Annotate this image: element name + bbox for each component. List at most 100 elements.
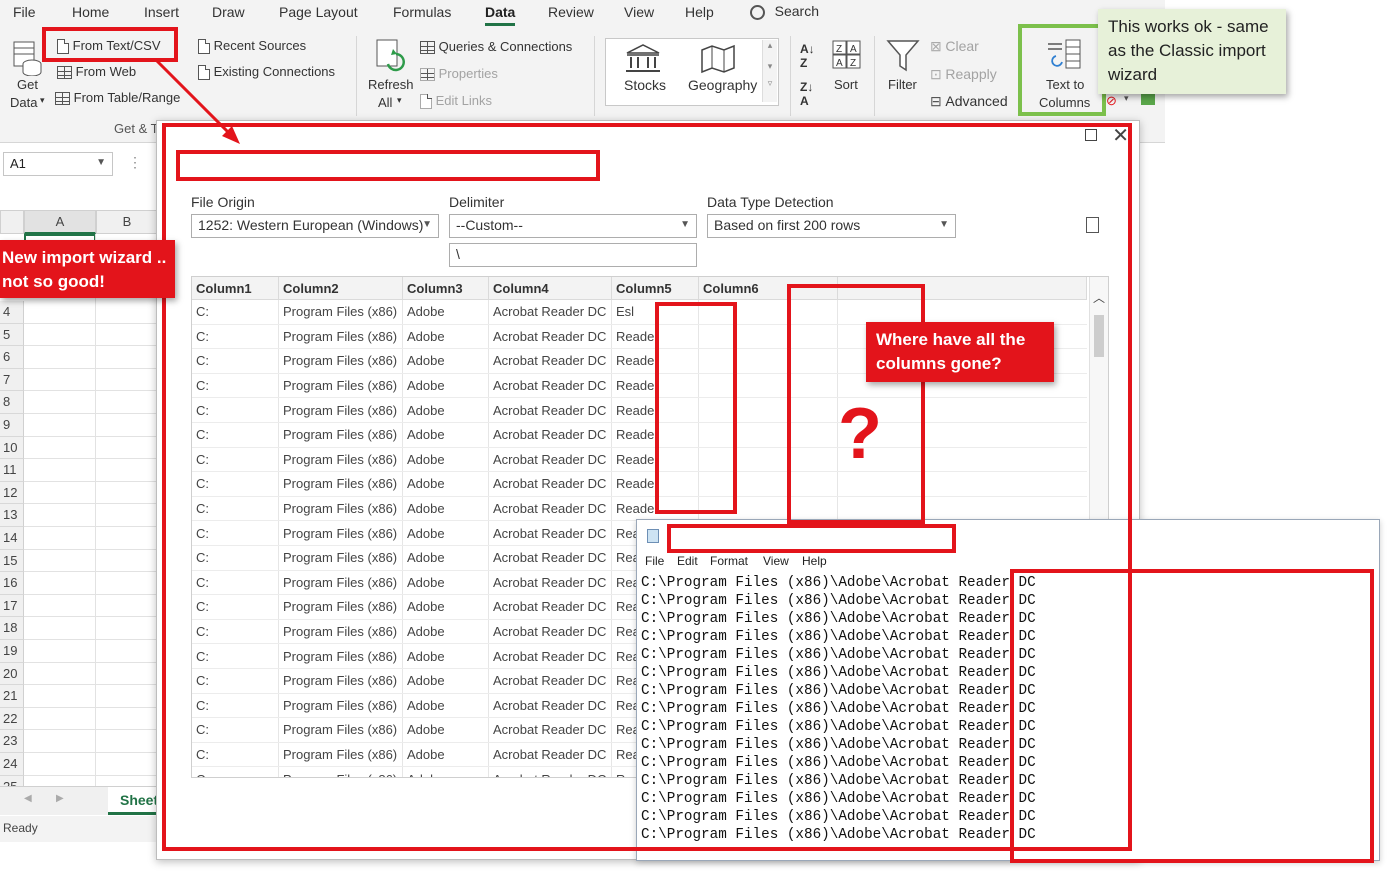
column-header-b[interactable]: B xyxy=(96,210,158,234)
from-web-label: From Web xyxy=(75,64,137,79)
advanced-label: Advanced xyxy=(945,93,1008,109)
database-icon xyxy=(13,41,42,77)
sort-icon: ZA AZ xyxy=(832,40,861,69)
row-header[interactable]: 4 xyxy=(0,301,24,324)
grid-line xyxy=(24,458,156,460)
sheet-tab-label: Sheet xyxy=(120,792,159,808)
ribbon-separator xyxy=(594,36,595,116)
gallery-scroller[interactable]: ▴ ▾ ▿ xyxy=(762,40,777,102)
refresh-all-button[interactable] xyxy=(374,38,410,79)
recent-sources-button[interactable]: Recent Sources xyxy=(198,38,306,55)
name-box[interactable]: A1 ▼ xyxy=(3,152,113,176)
scroll-right-icon[interactable]: ▶ xyxy=(56,793,64,804)
more-options-icon: ⋮ xyxy=(128,154,142,170)
refresh-all-label-1: Refresh xyxy=(368,77,414,92)
ribbon-separator xyxy=(356,36,357,116)
tab-data[interactable]: Data xyxy=(485,4,516,26)
row-header[interactable]: 8 xyxy=(0,391,24,414)
row-header[interactable]: 20 xyxy=(0,662,24,686)
stocks-label: Stocks xyxy=(624,77,667,93)
tab-home[interactable]: Home xyxy=(72,4,109,20)
table-icon xyxy=(55,92,70,106)
row-header[interactable]: 10 xyxy=(0,436,24,460)
row-header[interactable]: 12 xyxy=(0,481,24,505)
tab-insert[interactable]: Insert xyxy=(144,4,179,20)
select-all-corner[interactable] xyxy=(0,210,24,234)
clear-button[interactable]: ⊠ Clear xyxy=(930,38,979,55)
grid-line xyxy=(24,526,156,527)
row-header[interactable]: 22 xyxy=(0,707,24,731)
properties-button[interactable]: Properties xyxy=(420,66,498,82)
row-header[interactable]: 11 xyxy=(0,459,24,482)
sort-a-z-button[interactable]: A↓ Z xyxy=(800,42,815,70)
row-header[interactable]: 7 xyxy=(0,368,24,392)
row-header[interactable]: 9 xyxy=(0,414,24,437)
row-header[interactable]: 24 xyxy=(0,753,24,776)
clock-document-icon xyxy=(198,39,210,55)
sheet-tab[interactable]: Sheet xyxy=(108,787,160,815)
svg-text:Z: Z xyxy=(836,44,842,55)
sort-button[interactable]: ZA AZ xyxy=(832,40,862,73)
question-mark: ? xyxy=(838,394,882,474)
from-web-button[interactable]: From Web xyxy=(57,64,137,80)
edit-links-button[interactable]: Edit Links xyxy=(420,93,492,110)
queries-connections-button[interactable]: Queries & Connections xyxy=(420,39,572,55)
row-header[interactable]: 14 xyxy=(0,527,24,550)
svg-text:A: A xyxy=(836,58,843,69)
row-header[interactable]: 6 xyxy=(0,346,24,369)
queries-icon xyxy=(420,41,435,55)
sort-z-a-button[interactable]: Z↓ A xyxy=(800,80,813,108)
tab-formulas[interactable]: Formulas xyxy=(393,4,451,20)
grid-line xyxy=(24,706,156,708)
row-header[interactable]: 17 xyxy=(0,594,24,618)
scroll-left-icon[interactable]: ◀ xyxy=(24,793,32,804)
green-callout-text: This works ok - same as the Classic impo… xyxy=(1108,17,1269,84)
status-text: Ready xyxy=(3,821,38,835)
chevron-up-icon: ▴ xyxy=(767,40,773,50)
row-header[interactable]: 21 xyxy=(0,685,24,708)
geography-button[interactable]: Geography xyxy=(688,44,757,93)
row-header[interactable]: 18 xyxy=(0,617,24,640)
edit-links-label: Edit Links xyxy=(435,93,492,108)
grid-line xyxy=(24,367,156,369)
tab-draw[interactable]: Draw xyxy=(212,4,245,20)
tab-review[interactable]: Review xyxy=(548,4,594,20)
grid-line xyxy=(24,752,156,753)
filter-button[interactable] xyxy=(886,38,920,77)
row-header[interactable]: 19 xyxy=(0,640,24,663)
tab-help[interactable]: Help xyxy=(685,4,714,20)
get-data-label-2: Data xyxy=(10,95,38,110)
chevron-down-icon: ▾ xyxy=(40,95,45,105)
filter-label: Filter xyxy=(888,77,917,92)
advanced-button[interactable]: ⊟ Advanced xyxy=(930,93,1008,110)
tab-page-layout[interactable]: Page Layout xyxy=(279,4,358,20)
green-callout: This works ok - same as the Classic impo… xyxy=(1098,9,1286,94)
stocks-button[interactable]: Stocks xyxy=(620,44,666,93)
get-data-label-1: Get xyxy=(17,77,38,92)
highlight-text-to-columns xyxy=(1018,24,1106,116)
tab-file[interactable]: File xyxy=(13,4,36,20)
geography-label: Geography xyxy=(688,77,758,93)
tab-view[interactable]: View xyxy=(624,4,654,20)
red-callout-new-wizard-text: New import wizard .. not so good! xyxy=(2,248,167,291)
funnel-icon xyxy=(886,40,920,72)
search-label: Search xyxy=(774,3,819,19)
grid-line xyxy=(24,480,156,482)
highlight-import-dialog xyxy=(162,123,1132,851)
grid-line xyxy=(24,345,156,347)
svg-text:A: A xyxy=(850,44,857,55)
sort-label: Sort xyxy=(834,77,858,92)
grid-line xyxy=(24,571,156,573)
row-header[interactable]: 16 xyxy=(0,572,24,595)
row-header[interactable]: 15 xyxy=(0,549,24,573)
row-header[interactable]: 23 xyxy=(0,730,24,753)
more-icon: ▿ xyxy=(767,78,773,88)
column-header-a[interactable]: A xyxy=(24,210,96,234)
grid-line xyxy=(24,390,156,392)
reapply-button[interactable]: ⊡ Reapply xyxy=(930,66,997,83)
remove-duplicates-icon[interactable]: ⊘ xyxy=(1106,93,1117,109)
row-header[interactable]: 13 xyxy=(0,504,24,527)
search-box[interactable]: Search xyxy=(750,3,819,21)
row-header[interactable]: 5 xyxy=(0,323,24,347)
data-model-icon[interactable] xyxy=(1141,93,1155,105)
